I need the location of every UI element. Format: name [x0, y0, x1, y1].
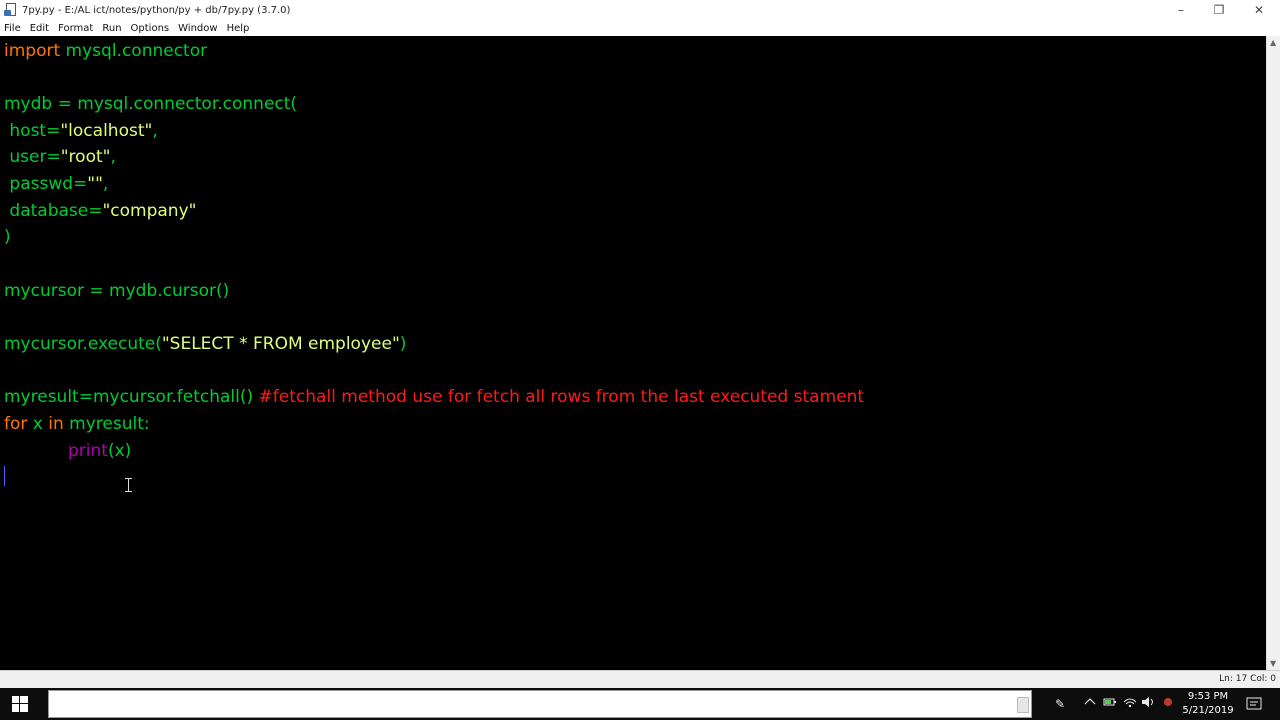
scroll-down-icon[interactable]: ▼: [1270, 659, 1276, 668]
restore-button[interactable]: ❐: [1200, 0, 1238, 20]
clock-time: 9:53 PM: [1187, 691, 1229, 702]
idle-app-icon: [4, 3, 18, 17]
module-name: mysql.connector: [60, 41, 208, 61]
search-scroll-stub: [1017, 697, 1029, 713]
taskbar: ✎ 9:53 PM 5/21/2019: [0, 688, 1280, 720]
windows-start-icon[interactable]: [0, 688, 40, 720]
ibeam-cursor-icon: [125, 478, 133, 492]
menu-edit[interactable]: Edit: [30, 23, 49, 34]
network-icon[interactable]: [1122, 696, 1138, 712]
taskbar-search-box[interactable]: [48, 690, 1032, 718]
code-line-1: import mysql.connector: [4, 38, 207, 65]
builtin-print: print: [68, 441, 108, 461]
title-bar: 7py.py - E:/AL ict/notes/python/py + db/…: [0, 0, 1280, 20]
code-line-passwd: passwd="",: [4, 174, 109, 194]
vertical-scrollbar[interactable]: ▲ ▼: [1266, 36, 1280, 670]
close-button[interactable]: ✕: [1240, 0, 1278, 20]
code-line-for: for x in myresult:: [4, 414, 150, 434]
menu-run[interactable]: Run: [102, 23, 121, 34]
menu-help[interactable]: Help: [227, 23, 250, 34]
code-line-host: host="localhost",: [4, 121, 158, 141]
menu-bar: File Edit Format Run Options Window Help: [0, 20, 1280, 36]
code-comment: #fetchall method use for fetch all rows …: [258, 387, 865, 407]
scroll-up-icon[interactable]: ▲: [1270, 38, 1276, 47]
code-line-user: user="root",: [4, 147, 116, 167]
menu-window[interactable]: Window: [178, 23, 217, 34]
text-caret: [4, 466, 5, 486]
pen-icon[interactable]: ✎: [1052, 696, 1068, 712]
record-icon[interactable]: [1160, 696, 1176, 712]
code-line-fetchall: myresult=mycursor.fetchall() #fetchall m…: [4, 387, 865, 407]
code-line-print: print(x): [68, 441, 132, 461]
keyword-import: import: [4, 41, 61, 61]
chevron-up-icon[interactable]: [1082, 696, 1098, 712]
code-line-execute: mycursor.execute("SELECT * FROM employee…: [4, 334, 407, 354]
code-line-close-paren: ): [4, 227, 11, 247]
menu-format[interactable]: Format: [58, 23, 93, 34]
menu-file[interactable]: File: [4, 23, 21, 34]
minimize-button[interactable]: –: [1162, 0, 1200, 20]
code-line-database: database="company": [4, 201, 197, 221]
menu-options[interactable]: Options: [131, 23, 170, 34]
status-bar: Ln: 17 Col: 0: [0, 670, 1280, 688]
window-title: 7py.py - E:/AL ict/notes/python/py + db/…: [22, 4, 291, 16]
clock-date: 5/21/2019: [1182, 705, 1234, 716]
code-line-cursor: mycursor = mydb.cursor(): [4, 281, 230, 301]
code-editor[interactable]: import mysql.connector mydb = mysql.conn…: [0, 36, 1266, 670]
volume-icon[interactable]: [1140, 696, 1156, 712]
cursor-position: Ln: 17 Col: 0: [1219, 674, 1276, 684]
taskbar-clock[interactable]: 9:53 PM 5/21/2019: [1176, 690, 1240, 718]
battery-icon[interactable]: [1102, 696, 1118, 712]
code-line-connect: mydb = mysql.connector.connect(: [4, 94, 298, 114]
notification-icon[interactable]: [1244, 694, 1264, 714]
